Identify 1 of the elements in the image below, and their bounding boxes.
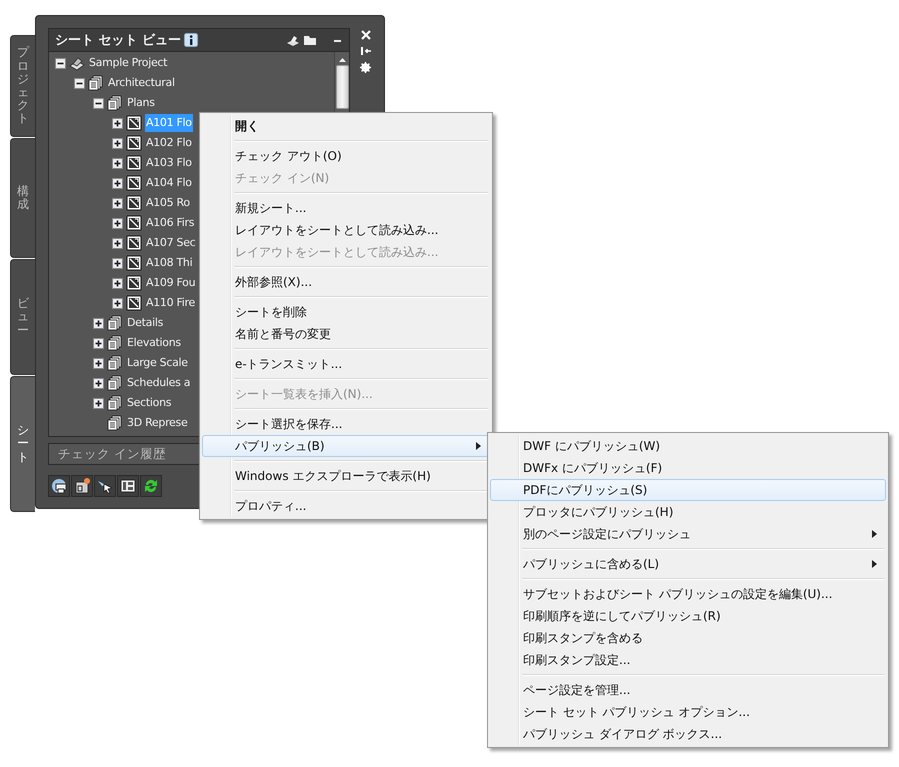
palette-title: シート セット ビュー	[55, 32, 182, 49]
